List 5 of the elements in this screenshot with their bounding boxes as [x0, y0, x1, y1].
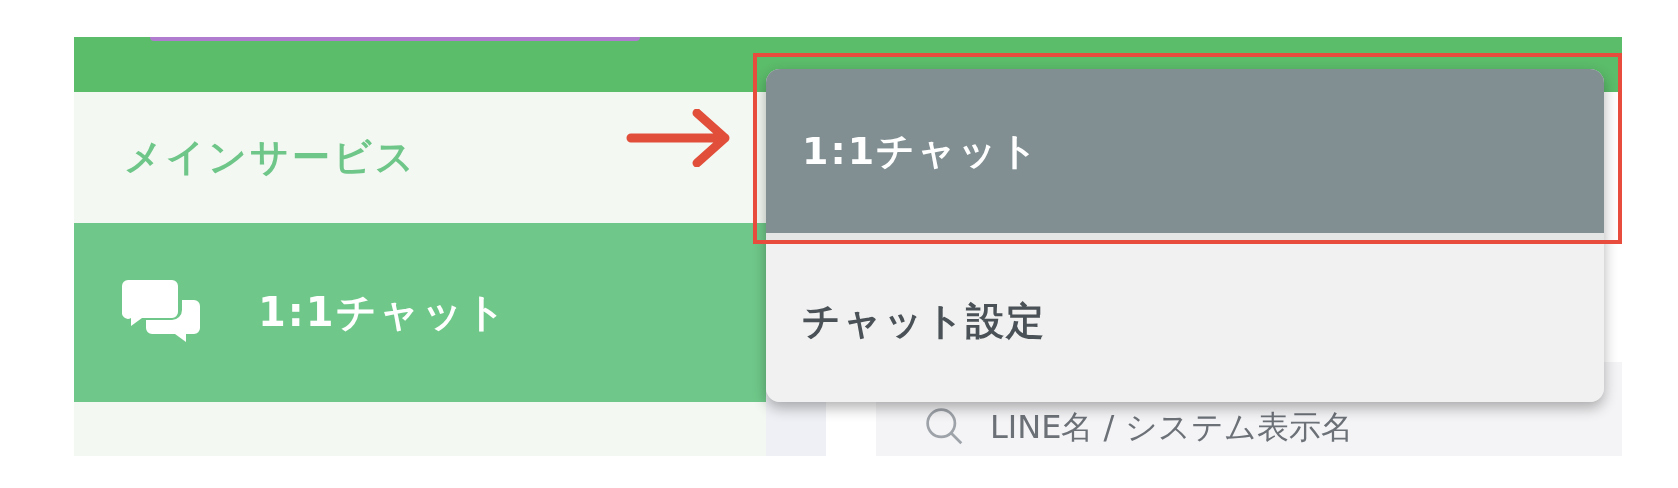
sidebar-item[interactable]: 1:1チャット — [74, 223, 766, 402]
menu-item[interactable]: 1:1チャット — [766, 69, 1604, 233]
section-title: メインサービス — [124, 134, 417, 181]
search-icon — [924, 406, 964, 446]
arrow-icon — [626, 109, 732, 167]
